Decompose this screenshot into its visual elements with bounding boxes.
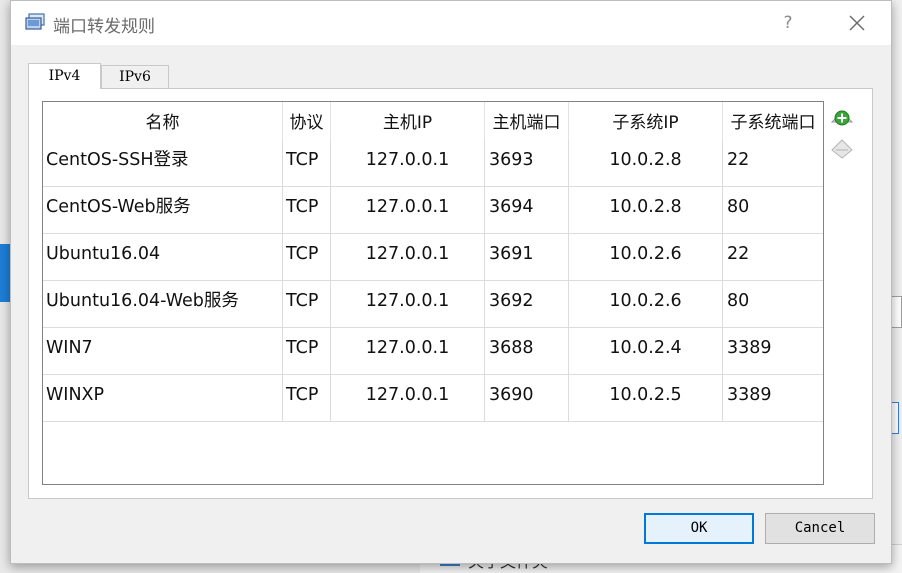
cell-host-ip[interactable]: 127.0.0.1 [331,375,485,421]
help-button[interactable]: ? [775,9,801,37]
cell-host-port[interactable]: 3693 [485,140,569,186]
table-row[interactable]: WINXP TCP 127.0.0.1 3690 10.0.2.5 3389 [43,375,823,422]
cell-name[interactable]: WINXP [43,375,283,421]
cell-guest-port[interactable]: 80 [723,187,823,233]
cell-guest-port[interactable]: 22 [723,234,823,280]
cell-host-port[interactable]: 3690 [485,375,569,421]
column-header-host-port[interactable]: 主机端口 [485,102,569,142]
column-header-protocol[interactable]: 协议 [283,102,331,142]
title-bar[interactable]: 端口转发规则 ? [11,1,891,45]
rules-table[interactable]: 名称 协议 主机IP 主机端口 子系统IP 子系统端口 CentOS-SSH登录… [42,101,824,485]
cell-host-port[interactable]: 3692 [485,281,569,327]
column-header-name[interactable]: 名称 [43,102,283,142]
table-row[interactable]: WIN7 TCP 127.0.0.1 3688 10.0.2.4 3389 [43,328,823,375]
cell-protocol[interactable]: TCP [283,187,331,233]
cell-guest-ip[interactable]: 10.0.2.5 [569,375,723,421]
cell-protocol[interactable]: TCP [283,140,331,186]
cell-protocol[interactable]: TCP [283,375,331,421]
table-row[interactable]: Ubuntu16.04-Web服务 TCP 127.0.0.1 3692 10.… [43,281,823,328]
cell-host-ip[interactable]: 127.0.0.1 [331,140,485,186]
cell-guest-port[interactable]: 3389 [723,328,823,374]
dialog-title: 端口转发规则 [53,17,155,37]
cell-guest-ip[interactable]: 10.0.2.6 [569,234,723,280]
column-header-guest-ip[interactable]: 子系统IP [569,102,723,142]
table-row[interactable]: CentOS-Web服务 TCP 127.0.0.1 3694 10.0.2.8… [43,187,823,234]
add-rule-icon[interactable] [829,105,855,131]
virtualbox-app-icon [25,13,45,30]
cell-guest-ip[interactable]: 10.0.2.8 [569,187,723,233]
column-header-guest-port[interactable]: 子系统端口 [723,102,823,142]
remove-rule-icon[interactable] [829,135,855,161]
table-row[interactable]: Ubuntu16.04 TCP 127.0.0.1 3691 10.0.2.6 … [43,234,823,281]
tab-ipv4[interactable]: IPv4 [28,63,101,89]
cell-host-ip[interactable]: 127.0.0.1 [331,234,485,280]
cell-guest-port[interactable]: 3389 [723,375,823,421]
cell-guest-ip[interactable]: 10.0.2.6 [569,281,723,327]
cell-guest-ip[interactable]: 10.0.2.8 [569,140,723,186]
cell-protocol[interactable]: TCP [283,281,331,327]
cell-host-port[interactable]: 3694 [485,187,569,233]
cell-host-ip[interactable]: 127.0.0.1 [331,187,485,233]
ok-button[interactable]: OK [644,513,754,544]
port-forwarding-dialog: 端口转发规则 ? IPv4 IPv6 名称 协议 主机IP 主机端口 子系统IP… [10,0,892,564]
cancel-button[interactable]: Cancel [765,513,875,544]
cell-host-port[interactable]: 3691 [485,234,569,280]
cell-host-ip[interactable]: 127.0.0.1 [331,328,485,374]
cell-guest-port[interactable]: 22 [723,140,823,186]
background-app-field-focused [891,402,899,434]
close-icon[interactable] [841,9,871,37]
cell-guest-ip[interactable]: 10.0.2.4 [569,328,723,374]
tab-ipv6[interactable]: IPv6 [101,65,169,88]
background-app-field [891,296,902,328]
cell-name[interactable]: Ubuntu16.04 [43,234,283,280]
column-header-host-ip[interactable]: 主机IP [331,102,485,142]
cell-host-ip[interactable]: 127.0.0.1 [331,281,485,327]
cell-protocol[interactable]: TCP [283,328,331,374]
cell-name[interactable]: CentOS-SSH登录 [43,140,283,186]
cell-host-port[interactable]: 3688 [485,328,569,374]
cell-protocol[interactable]: TCP [283,234,331,280]
cell-name[interactable]: Ubuntu16.04-Web服务 [43,281,283,327]
background-app-panel [891,0,902,572]
cell-name[interactable]: CentOS-Web服务 [43,187,283,233]
table-row[interactable]: CentOS-SSH登录 TCP 127.0.0.1 3693 10.0.2.8… [43,140,823,187]
cell-name[interactable]: WIN7 [43,328,283,374]
cell-guest-port[interactable]: 80 [723,281,823,327]
